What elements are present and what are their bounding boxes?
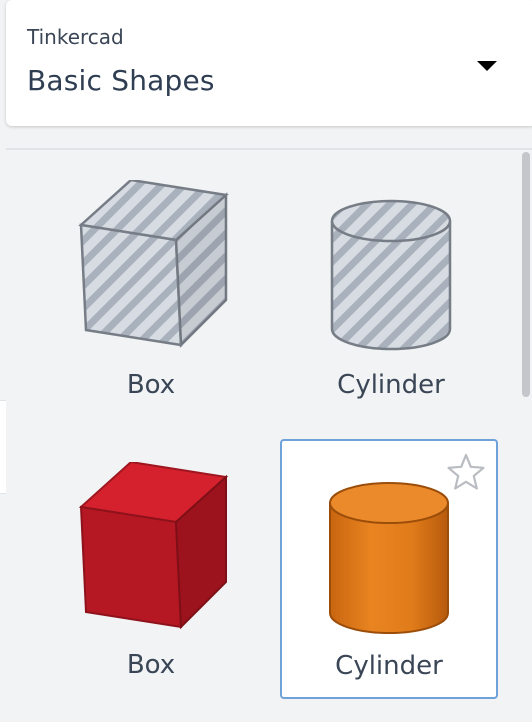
box-solid-icon	[78, 462, 229, 630]
box-hole-icon	[78, 180, 229, 348]
shape-grid: Box Cylinder Box Cylinder	[0, 150, 532, 722]
library-brand-label: Tinkercad	[27, 25, 124, 49]
shape-label: Box	[126, 370, 176, 400]
scrollbar-thumb[interactable]	[522, 152, 530, 397]
shape-tile-box-solid[interactable]: Box	[42, 440, 260, 700]
shape-tile-cylinder-solid[interactable]: Cylinder	[280, 439, 498, 699]
shape-label: Cylinder	[335, 651, 443, 681]
shape-tile-box-hole[interactable]: Box	[42, 160, 260, 420]
shape-label: Box	[126, 650, 176, 680]
cylinder-hole-icon	[330, 199, 452, 351]
shape-tile-cylinder-hole[interactable]: Cylinder	[282, 160, 500, 420]
cylinder-solid-icon	[329, 482, 449, 634]
caret-down-icon[interactable]	[477, 61, 497, 71]
shape-label: Cylinder	[337, 370, 445, 400]
shape-category-dropdown[interactable]: Tinkercad Basic Shapes	[6, 0, 532, 126]
category-label: Basic Shapes	[27, 64, 215, 97]
